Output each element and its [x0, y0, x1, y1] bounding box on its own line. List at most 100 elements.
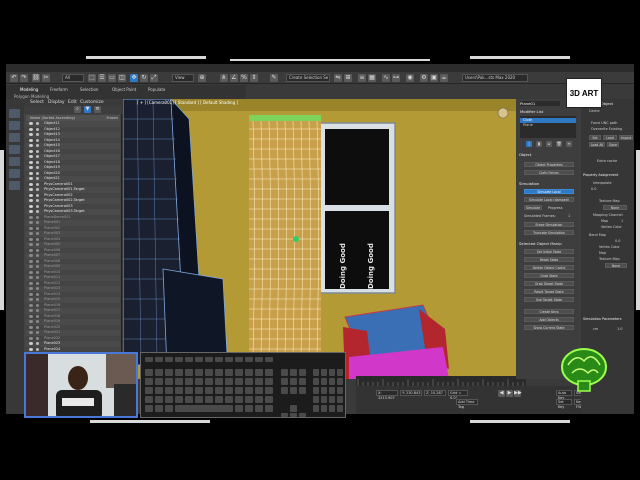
renderable-icon[interactable]	[36, 149, 39, 153]
renderable-icon[interactable]	[36, 347, 39, 351]
interpolate-value[interactable]: 0.0	[591, 187, 596, 191]
set-initial-state-button[interactable]: Set Initial State	[524, 249, 574, 254]
filter-lights-icon[interactable]	[9, 133, 20, 142]
visibility-eye-icon[interactable]	[29, 265, 33, 268]
add-objects-button[interactable]: Add Objects	[524, 317, 574, 322]
filter-icon[interactable]: ▼	[84, 106, 91, 113]
renderable-icon[interactable]	[36, 342, 39, 345]
time-slider[interactable]	[356, 376, 529, 386]
rendered-frame-icon[interactable]: ▣	[430, 74, 438, 82]
modifier-list-dropdown[interactable]: Modifier List	[520, 109, 543, 114]
coord-z-field[interactable]: Z: 10.287	[424, 390, 446, 396]
renderable-icon[interactable]	[36, 210, 39, 213]
renderable-icon[interactable]	[36, 171, 39, 175]
percent-snap-icon[interactable]: %	[240, 74, 248, 82]
visibility-eye-icon[interactable]	[29, 215, 33, 219]
renderable-icon[interactable]	[36, 138, 39, 142]
coord-y-field[interactable]: Y: 230.843	[400, 390, 422, 396]
visibility-eye-icon[interactable]	[29, 347, 33, 351]
visibility-eye-icon[interactable]	[29, 254, 33, 257]
visibility-eye-icon[interactable]	[29, 182, 33, 186]
visibility-eye-icon[interactable]	[29, 232, 33, 235]
visibility-eye-icon[interactable]	[29, 155, 33, 158]
renderable-icon[interactable]	[36, 182, 39, 186]
next-frame-icon[interactable]: ▶▶	[514, 390, 522, 397]
map-channel-radio-2[interactable]: Map	[599, 251, 606, 255]
texture-map-button[interactable]: None	[603, 205, 627, 210]
unlink-icon[interactable]: ✂	[42, 74, 50, 82]
renderable-icon[interactable]	[36, 166, 39, 169]
renderable-icon[interactable]	[36, 276, 39, 279]
renderable-icon[interactable]	[36, 127, 39, 131]
align-icon[interactable]: ⊞	[344, 74, 352, 82]
select-by-name-icon[interactable]: ☰	[98, 74, 106, 82]
spinner-snap-icon[interactable]: ⇕	[250, 74, 258, 82]
viewcube-icon[interactable]	[497, 107, 509, 119]
renderable-icon[interactable]	[36, 204, 39, 208]
visibility-eye-icon[interactable]	[29, 133, 33, 136]
renderable-icon[interactable]	[36, 155, 39, 158]
visibility-eye-icon[interactable]	[29, 342, 33, 345]
units-value[interactable]: 1.0	[617, 327, 622, 331]
visibility-eye-icon[interactable]	[29, 320, 33, 323]
mirror-icon[interactable]: ⇋	[334, 74, 342, 82]
filter-geometry-icon[interactable]	[9, 109, 20, 118]
configure-icon[interactable]: ≡	[566, 141, 572, 147]
renderable-icon[interactable]	[36, 243, 39, 246]
viewport-label[interactable]: [ + ] [Camera001] [ Standard ] [ Default…	[137, 100, 238, 105]
render-setup-icon[interactable]: ⚙	[420, 74, 428, 82]
renderable-icon[interactable]	[36, 292, 39, 296]
visibility-eye-icon[interactable]	[29, 149, 33, 153]
camera-viewport[interactable]: Doing Good Doing Good [ + ] [Camera001] …	[123, 99, 516, 379]
renderable-icon[interactable]	[36, 336, 39, 340]
visibility-eye-icon[interactable]	[29, 298, 33, 301]
renderable-icon[interactable]	[36, 303, 39, 307]
cache-import-button[interactable]: Import	[619, 135, 633, 140]
tab-populate[interactable]: Populate	[148, 87, 165, 93]
use-target-state-button[interactable]: Use Target State	[524, 297, 574, 302]
simulation-parameters-header[interactable]: Simulation Parameters	[583, 317, 622, 321]
visibility-eye-icon[interactable]	[29, 314, 33, 318]
map-channel-value[interactable]: 1	[621, 219, 623, 223]
renderable-icon[interactable]	[36, 265, 39, 268]
menu-select[interactable]: Select	[30, 100, 44, 105]
renderable-icon[interactable]	[36, 237, 39, 241]
angle-snap-icon[interactable]: ∠	[230, 74, 238, 82]
reference-coord-dropdown[interactable]: View	[172, 74, 194, 82]
visibility-eye-icon[interactable]	[29, 303, 33, 307]
map-radio[interactable]: Map	[601, 219, 608, 223]
visibility-eye-icon[interactable]	[29, 325, 33, 329]
interpolate-radio[interactable]: Interpolate	[593, 181, 612, 185]
renderable-icon[interactable]	[36, 232, 39, 235]
snap-icon[interactable]: ⋔	[220, 74, 228, 82]
extra-cache-checkbox[interactable]: Extra cache	[597, 159, 617, 163]
column-name[interactable]: Name (Sorted Ascending)	[30, 116, 75, 120]
renderable-icon[interactable]	[36, 325, 39, 329]
renderable-icon[interactable]	[36, 298, 39, 301]
remove-modifier-icon[interactable]: 🗑	[556, 141, 562, 147]
object-rollout-header[interactable]: Object	[519, 152, 531, 157]
force-unc-checkbox[interactable]: Force UNC path	[591, 121, 617, 125]
set-key-button[interactable]: Set Key	[556, 399, 572, 409]
visibility-eye-icon[interactable]	[29, 144, 33, 147]
reset-target-state-button[interactable]: Reset Target State	[524, 289, 574, 294]
visibility-eye-icon[interactable]	[29, 199, 33, 202]
visibility-eye-icon[interactable]	[29, 243, 33, 246]
schematic-view-icon[interactable]: ⊶	[392, 74, 400, 82]
renderable-icon[interactable]	[36, 215, 39, 219]
renderable-icon[interactable]	[36, 281, 39, 285]
graphite-icon[interactable]: ▦	[368, 74, 376, 82]
play-icon[interactable]: ▶	[506, 390, 513, 397]
prev-frame-icon[interactable]: ◀	[498, 390, 505, 397]
vertex-color-radio-2[interactable]: Vertex Color	[599, 245, 620, 249]
named-selection-dropdown[interactable]: Create Selection Se	[286, 74, 330, 82]
renderable-icon[interactable]	[36, 226, 39, 230]
options-icon[interactable]: ≡	[94, 106, 101, 113]
renderable-icon[interactable]	[36, 188, 39, 191]
object-properties-button[interactable]: Object Properties	[524, 162, 574, 167]
renderable-icon[interactable]	[36, 270, 39, 274]
renderable-icon[interactable]	[36, 160, 39, 164]
coord-x-field[interactable]: X: 3213.907	[376, 390, 398, 400]
menu-display[interactable]: Display	[48, 100, 65, 105]
menu-customize[interactable]: Customize	[80, 100, 104, 105]
